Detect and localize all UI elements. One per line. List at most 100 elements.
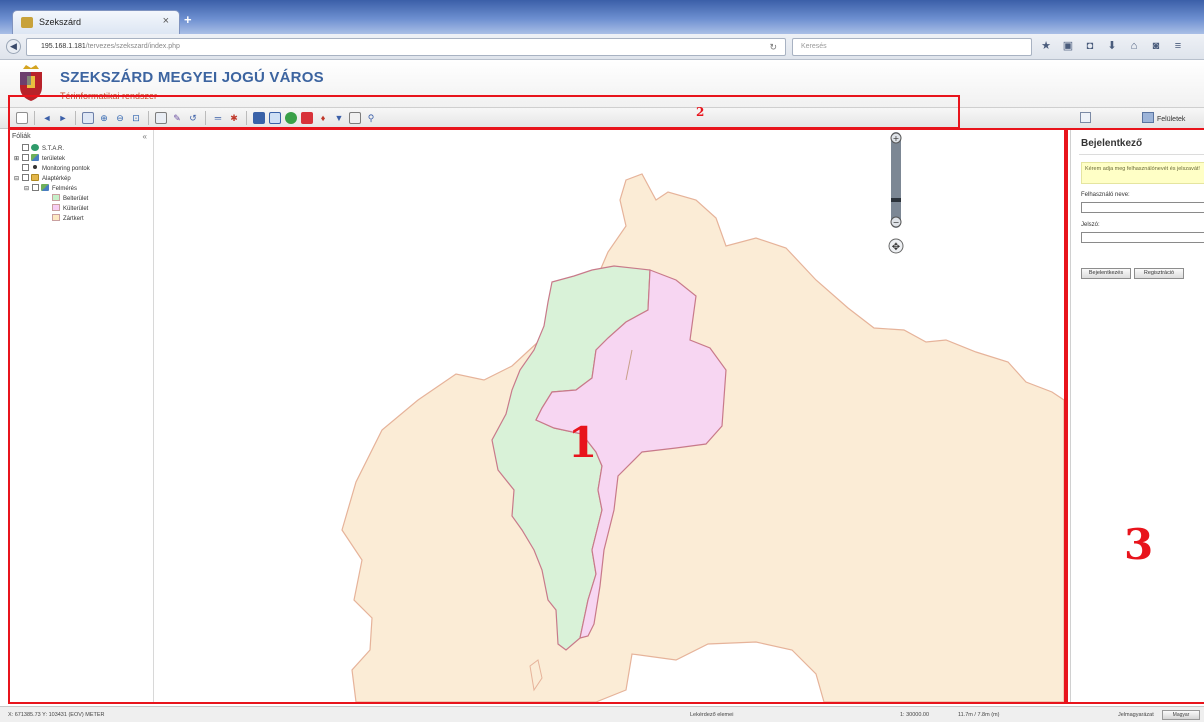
address-bar[interactable]: 195.168.1.181/tervezes/szekszard/index.p… <box>26 38 786 56</box>
annotation-label-1: 1 <box>568 418 598 467</box>
zoom-in-label: + <box>893 134 900 143</box>
zoom-control: + − ✥ <box>888 132 904 254</box>
layer-item[interactable]: Monitoring pontok <box>8 164 153 174</box>
layer-item[interactable]: ⊟ Felmérés <box>8 184 153 194</box>
layer-item[interactable]: Belterület <box>8 194 153 204</box>
layer-checkbox[interactable] <box>32 184 39 191</box>
toolbar-separator <box>75 111 76 125</box>
select-icon[interactable] <box>155 112 167 124</box>
search-bar[interactable]: Keresés <box>792 38 1032 56</box>
print-icon[interactable] <box>253 112 265 124</box>
browser-tab-bar: Szekszárd × + <box>0 0 1204 34</box>
browser-nav-bar: ◀ 195.168.1.181/tervezes/szekszard/index… <box>0 34 1204 60</box>
pan-icon: ✥ <box>892 242 900 253</box>
search-placeholder: Keresés <box>801 43 827 50</box>
layer-label: Monitoring pontok <box>42 166 90 172</box>
search-icon[interactable]: ⚲ <box>365 112 377 124</box>
map-toolbar: ◄ ► ⊕ ⊖ ⊡ ✎ ↺ ═ ✱ ♦ ▼ ⚲ <box>0 107 1204 129</box>
toolbar-separator <box>148 111 149 125</box>
layer-checkbox[interactable] <box>22 174 29 181</box>
layer-checkbox[interactable] <box>22 154 29 161</box>
expander-icon[interactable]: ⊟ <box>14 174 22 184</box>
legend-swatch <box>52 214 60 221</box>
extent-readout: 11.7m / 7.8m (m) <box>958 712 1000 718</box>
browser-tab[interactable]: Szekszárd × <box>12 10 180 34</box>
table-icon[interactable] <box>349 112 361 124</box>
pan-icon[interactable] <box>82 112 94 124</box>
surfaces-tab[interactable]: Felületek <box>1142 112 1185 123</box>
layer-checkbox[interactable] <box>22 144 29 151</box>
layer-label: Felmérés <box>52 186 78 192</box>
username-label: Felhasználó neve: <box>1081 192 1130 198</box>
query-label: Lekérdező elemei <box>690 712 734 718</box>
zoom-in-icon[interactable]: ⊕ <box>98 112 110 124</box>
export-icon[interactable] <box>269 112 281 124</box>
filter-icon[interactable]: ▼ <box>333 112 345 124</box>
sync-icon[interactable]: ◙ <box>1150 40 1162 52</box>
panel-toggle-icon[interactable] <box>1080 112 1091 123</box>
forward-extent-icon[interactable]: ► <box>57 112 69 124</box>
identify-icon[interactable]: ✱ <box>228 112 240 124</box>
layer-item[interactable]: ⊞ területek <box>8 154 153 164</box>
right-panel-toolbar: Felületek <box>1068 107 1204 129</box>
menu-icon[interactable]: ≡ <box>1172 40 1184 52</box>
tool-group: ◄ ► ⊕ ⊖ ⊡ ✎ ↺ ═ ✱ ♦ ▼ ⚲ <box>16 111 377 125</box>
zoom-out-icon[interactable]: ⊖ <box>114 112 126 124</box>
bookmark-star-icon[interactable]: ★ <box>1040 40 1052 52</box>
layer-label: Alaptérkép <box>42 176 71 182</box>
annotation-label-2: 2 <box>696 105 705 119</box>
coordinate-readout: X: 671385.73 Y: 103431 (EOV) METER <box>8 712 105 718</box>
zoom-slider-thumb[interactable] <box>891 198 901 202</box>
zoom-out-label: − <box>893 218 900 227</box>
zoom-box-icon[interactable]: ⊡ <box>130 112 142 124</box>
layer-label: Zártkert <box>63 216 84 222</box>
app-subtitle: Térinformatikai rendszer <box>60 91 158 101</box>
measure-icon[interactable]: ═ <box>212 112 224 124</box>
layer-add-icon[interactable] <box>285 112 297 124</box>
delete-icon[interactable] <box>301 112 313 124</box>
browser-toolbar-icons: ★ ▣ ◘ ⬇ ⌂ ◙ ≡ <box>1040 40 1184 52</box>
layer-label: S.T.A.R. <box>42 146 65 152</box>
layer-panel-title: Fóliák <box>12 133 31 140</box>
back-extent-icon[interactable]: ◄ <box>41 112 53 124</box>
download-icon[interactable]: ⬇ <box>1106 40 1118 52</box>
layer-item[interactable]: ⊟ Alaptérkép <box>8 174 153 184</box>
layer-item[interactable]: S.T.A.R. <box>8 144 153 154</box>
coat-of-arms-icon <box>20 65 42 101</box>
username-input[interactable] <box>1081 202 1204 213</box>
map-view[interactable] <box>156 130 1064 702</box>
new-tab-button[interactable]: + <box>184 12 192 27</box>
full-extent-icon[interactable] <box>16 112 28 124</box>
clipboard-icon[interactable]: ▣ <box>1062 40 1074 52</box>
legend-label: Jelmagyarázat <box>1118 712 1154 718</box>
tab-title: Szekszárd <box>39 17 82 27</box>
collapse-icon[interactable]: « <box>143 132 147 141</box>
login-button[interactable]: Bejelentkezés <box>1081 268 1131 279</box>
language-button[interactable]: Magyar <box>1162 710 1200 720</box>
draw-line-icon[interactable]: ✎ <box>171 112 183 124</box>
shapes-icon <box>41 184 49 191</box>
back-button[interactable]: ◀ <box>6 39 21 54</box>
map-canvas[interactable] <box>156 130 1064 702</box>
layer-checkbox[interactable] <box>22 164 29 171</box>
layer-item[interactable]: Zártkert <box>8 214 153 224</box>
layer-label: Belterület <box>63 196 89 202</box>
circle-icon <box>31 144 39 151</box>
expander-icon[interactable]: ⊞ <box>14 154 22 164</box>
layer-tree-panel: Fóliák « S.T.A.R. ⊞ területek Monitoring po… <box>8 130 154 702</box>
password-label: Jelszó: <box>1081 222 1100 228</box>
edit-icon[interactable]: ↺ <box>187 112 199 124</box>
home-icon[interactable]: ⌂ <box>1128 40 1140 52</box>
register-button[interactable]: Regisztráció <box>1134 268 1184 279</box>
password-input[interactable] <box>1081 232 1204 243</box>
scale-readout: 1: 30000.00 <box>900 712 930 718</box>
pocket-icon[interactable]: ◘ <box>1084 40 1096 52</box>
layer-item[interactable]: Külterület <box>8 204 153 214</box>
tab-close-icon[interactable]: × <box>163 15 169 27</box>
toolbar-separator <box>246 111 247 125</box>
reload-icon[interactable]: ↻ <box>769 42 777 53</box>
marker-icon[interactable]: ♦ <box>317 112 329 124</box>
toolbar-separator <box>205 111 206 125</box>
layer-tree: S.T.A.R. ⊞ területek Monitoring pontok ⊟ Alap… <box>8 144 153 224</box>
expander-icon[interactable]: ⊟ <box>24 184 32 194</box>
